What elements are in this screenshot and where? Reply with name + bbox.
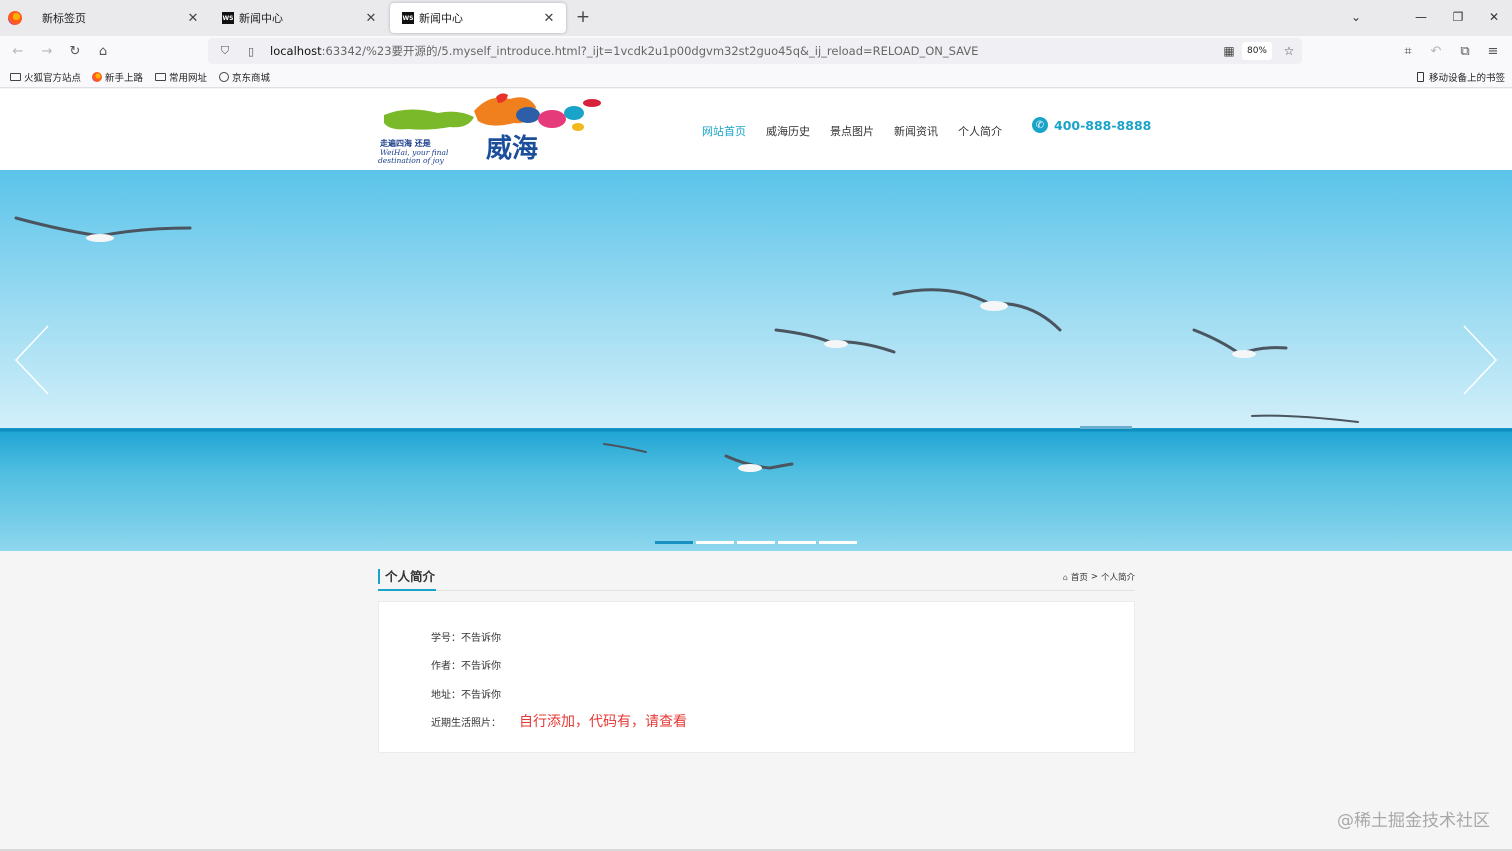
breadcrumb-separator: > [1090, 572, 1098, 582]
new-tab-button[interactable]: + [572, 6, 594, 28]
mobile-icon [1415, 72, 1426, 82]
bookmark-star-icon[interactable]: ☆ [1280, 42, 1298, 60]
address-row: 地址：不告诉你 [431, 686, 501, 701]
tab-title: 新闻中心 [419, 12, 463, 25]
folder-icon [155, 72, 166, 82]
carousel-dot[interactable] [696, 541, 734, 544]
qr-code-icon[interactable]: ▦ [1220, 42, 1238, 60]
tab-title: 新标签页 [42, 12, 86, 25]
undo-icon[interactable]: ↶ [1425, 40, 1447, 62]
extensions-icon[interactable]: ⧉ [1454, 40, 1476, 62]
section-header: 个人简介 ⌂ 首页 > 个人简介 [378, 566, 1135, 591]
carousel-dot[interactable] [819, 541, 857, 544]
phone-icon: ✆ [1032, 117, 1048, 133]
browser-tab-bar: 新标签页 ✕ WS 新闻中心 ✕ WS 新闻中心 ✕ + ⌄ — ❐ ✕ [0, 0, 1512, 36]
window-close-button[interactable]: ✕ [1476, 0, 1512, 34]
logo-cn-small: 走遍四海 还是 [379, 138, 431, 148]
carousel-dot[interactable] [737, 541, 775, 544]
shield-icon[interactable]: ⛉ [218, 44, 232, 58]
url-path: :63342/%23要开源的/5.myself_introduce.html?_… [321, 44, 979, 58]
firefox-menu-button[interactable] [0, 0, 30, 36]
nav-scenery-photos[interactable]: 景点图片 [830, 123, 874, 139]
tab-news-center-2[interactable]: WS 新闻中心 ✕ [390, 3, 566, 33]
restore-button[interactable]: ❐ [1440, 0, 1476, 34]
bookmark-jd-mall[interactable]: 京东商城 [218, 70, 270, 84]
breadcrumb: ⌂ 首页 > 个人简介 [1063, 571, 1135, 583]
main-navigation: 网站首页 威海历史 景点图片 新闻资讯 个人简介 [692, 123, 1012, 139]
firefox-icon [8, 11, 22, 25]
carousel-prev-arrow-icon[interactable] [12, 320, 52, 400]
bookmark-firefox-official[interactable]: 火狐官方站点 [10, 70, 81, 84]
carousel-dot[interactable] [778, 541, 816, 544]
carousel-dot[interactable] [655, 541, 693, 544]
breadcrumb-home[interactable]: 首页 [1071, 571, 1088, 583]
profile-card: 学号：不告诉你 作者：不告诉你 地址：不告诉你 近期生活照片： 自行添加，代码有… [378, 601, 1135, 753]
photos-note: 自行添加，代码有，请查看 [519, 714, 687, 730]
page-icon[interactable]: ▯ [244, 44, 258, 58]
author-row: 作者：不告诉你 [431, 657, 501, 672]
logo-cn-big: 威海 [486, 133, 538, 164]
close-icon[interactable]: ✕ [542, 11, 556, 26]
site-header: 走遍四海 还是 威海 WeiHai, your final destinatio… [0, 89, 1512, 170]
nav-history[interactable]: 威海历史 [766, 123, 810, 139]
address-bar[interactable]: ⛉ ▯ localhost:63342/%23要开源的/5.myself_int… [208, 38, 1302, 64]
folder-icon [10, 72, 21, 82]
reload-icon[interactable]: ↻ [64, 40, 86, 62]
zoom-level[interactable]: 80% [1241, 42, 1272, 60]
photos-row: 近期生活照片： 自行添加，代码有，请查看 [431, 711, 687, 731]
minimize-button[interactable]: — [1403, 0, 1439, 34]
bookmark-mobile[interactable]: 移动设备上的书签 [1415, 70, 1505, 84]
back-arrow-icon[interactable]: ← [7, 40, 29, 62]
section-title-underline [378, 589, 436, 591]
bookmark-label: 移动设备上的书签 [1429, 73, 1506, 84]
weihai-logo[interactable]: 走遍四海 还是 威海 WeiHai, your final destinatio… [378, 89, 612, 167]
close-icon[interactable]: ✕ [186, 11, 200, 26]
home-icon: ⌂ [1062, 572, 1068, 582]
close-icon[interactable]: ✕ [364, 11, 378, 26]
address-text: 地址：不告诉你 [431, 690, 501, 701]
firefox-icon [91, 72, 102, 82]
photos-label: 近期生活照片： [431, 717, 501, 729]
url-text: localhost:63342/%23要开源的/5.myself_introdu… [270, 43, 978, 59]
webstorm-icon: WS [222, 12, 234, 24]
nav-about-me[interactable]: 个人简介 [958, 123, 1002, 139]
bookmark-label: 京东商城 [232, 73, 271, 84]
carousel-next-arrow-icon[interactable] [1460, 320, 1500, 400]
bookmarks-bar: 火狐官方站点 新手上路 常用网址 京东商城 移动设备上的书签 [0, 66, 1512, 88]
bookmark-common-sites[interactable]: 常用网址 [155, 70, 207, 84]
tab-list-chevron-icon[interactable]: ⌄ [1338, 0, 1374, 34]
forward-arrow-icon[interactable]: → [36, 40, 58, 62]
tab-news-center-1[interactable]: WS 新闻中心 ✕ [210, 3, 388, 33]
bookmark-label: 常用网址 [169, 73, 208, 84]
student-id-row: 学号：不告诉你 [431, 629, 501, 644]
screenshot-icon[interactable]: ⌗ [1397, 40, 1419, 62]
watermark: @稀土掘金技术社区 [1337, 811, 1490, 831]
webstorm-icon: WS [402, 12, 414, 24]
section-title: 个人简介 [378, 569, 435, 584]
bookmark-label: 新手上路 [105, 73, 144, 84]
banner-seagulls-image [0, 170, 1512, 551]
breadcrumb-current: 个人简介 [1100, 573, 1135, 583]
phone-contact: ✆ 400-888-8888 [1032, 117, 1151, 133]
student-id-text: 学号：不告诉你 [431, 633, 501, 644]
globe-icon [218, 72, 229, 82]
carousel-pagination [655, 541, 860, 544]
nav-home[interactable]: 网站首页 [702, 123, 746, 139]
author-text: 作者：不告诉你 [431, 661, 501, 672]
menu-icon[interactable]: ≡ [1482, 40, 1504, 62]
logo-en-line2: destination of joy [378, 156, 444, 165]
browser-nav-bar: ← → ↻ ⌂ ⛉ ▯ localhost:63342/%23要开源的/5.my… [0, 36, 1512, 66]
tab-new-tab[interactable]: 新标签页 ✕ [30, 3, 210, 33]
hero-banner-carousel [0, 170, 1512, 551]
url-host: localhost [270, 44, 322, 58]
nav-news[interactable]: 新闻资讯 [894, 123, 938, 139]
bookmark-getting-started[interactable]: 新手上路 [91, 70, 143, 84]
home-icon[interactable]: ⌂ [92, 40, 114, 62]
phone-number: 400-888-8888 [1054, 117, 1152, 133]
bookmark-label: 火狐官方站点 [24, 73, 82, 84]
tab-title: 新闻中心 [239, 12, 283, 25]
